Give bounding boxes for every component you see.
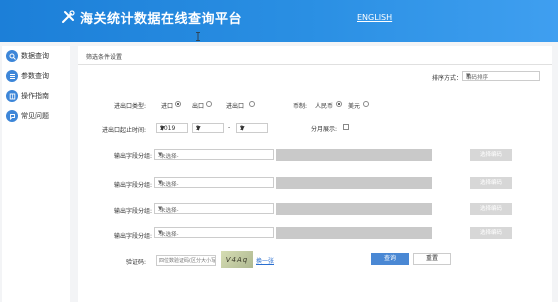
code-display-box bbox=[276, 227, 432, 239]
panel-title: 筛选条件设置 bbox=[86, 54, 123, 61]
select-code-button[interactable]: 选择编码 bbox=[470, 203, 512, 215]
chevron-down-icon: ▼ bbox=[466, 73, 471, 79]
monthly-checkbox[interactable] bbox=[343, 124, 349, 130]
captcha-image[interactable]: V4Aq bbox=[221, 251, 253, 268]
monthly-label: 分月展示: bbox=[311, 126, 338, 133]
currency-label: 币制: bbox=[293, 103, 308, 110]
sidebar-item-label: 参数查询 bbox=[21, 72, 49, 80]
period-separator: - bbox=[228, 124, 231, 131]
captcha-field[interactable] bbox=[156, 255, 216, 266]
chevron-down-icon: ▼ bbox=[158, 206, 163, 212]
chevron-down-icon: ▼ bbox=[160, 125, 165, 132]
radio-label-usd: 美元 bbox=[348, 103, 361, 110]
book-icon bbox=[6, 90, 18, 102]
radio-rmb[interactable] bbox=[336, 101, 342, 107]
code-display-box bbox=[276, 177, 432, 189]
sort-select[interactable]: 编码排序 ▼ bbox=[462, 71, 540, 81]
radio-label-import: 进口 bbox=[161, 103, 174, 110]
sort-label: 排序方式： bbox=[432, 75, 463, 82]
chevron-down-icon: ▼ bbox=[158, 152, 163, 158]
output-field-label: 输出字段分组: bbox=[114, 153, 153, 160]
tools-logo-icon bbox=[62, 10, 75, 23]
radio-export[interactable] bbox=[206, 101, 212, 107]
filter-panel: 筛选条件设置 排序方式： 编码排序 ▼ 进出口类型: 进口 出口 进出口 币制:… bbox=[78, 46, 552, 302]
query-button[interactable]: 查询 bbox=[371, 253, 409, 265]
chevron-down-icon: ▼ bbox=[158, 180, 163, 186]
list-icon bbox=[6, 70, 18, 82]
trade-type-label: 进出口类型: bbox=[114, 103, 147, 110]
output-field-select[interactable]: -未选择- ▼ bbox=[154, 227, 274, 238]
captcha-label: 验证码: bbox=[126, 259, 147, 266]
radio-label-rmb: 人民币 bbox=[315, 103, 334, 110]
sidebar-item-label: 操作指南 bbox=[21, 92, 49, 100]
sidebar-item-data-query[interactable]: 数据查询 bbox=[2, 46, 70, 66]
output-field-label: 输出字段分组: bbox=[114, 182, 153, 189]
sidebar-item-faq[interactable]: 常见问题 bbox=[2, 106, 70, 126]
question-icon bbox=[6, 110, 18, 122]
code-display-box bbox=[276, 203, 432, 215]
month-from-select[interactable]: 2 ▼ bbox=[192, 123, 224, 133]
chevron-down-icon: ▼ bbox=[158, 230, 163, 236]
reset-button[interactable]: 重置 bbox=[413, 253, 451, 265]
sidebar-item-guide[interactable]: 操作指南 bbox=[2, 86, 70, 106]
radio-usd[interactable] bbox=[363, 101, 369, 107]
year-select[interactable]: 2019 ▼ bbox=[156, 123, 188, 133]
output-field-select[interactable]: -未选择- ▼ bbox=[154, 203, 274, 214]
search-icon bbox=[6, 50, 18, 62]
app-header: 海关统计数据在线查询平台 ENGLISH bbox=[0, 0, 558, 42]
select-code-button[interactable]: 选择编码 bbox=[470, 227, 512, 239]
radio-import-export[interactable] bbox=[249, 101, 255, 107]
chevron-down-icon: ▼ bbox=[240, 125, 245, 132]
output-field-label: 输出字段分组: bbox=[114, 208, 153, 215]
radio-label-import-export: 进出口 bbox=[226, 103, 245, 110]
select-code-button[interactable]: 选择编码 bbox=[470, 177, 512, 189]
output-field-select[interactable]: -未选择- ▼ bbox=[154, 149, 274, 160]
radio-import[interactable] bbox=[175, 101, 181, 107]
select-code-button[interactable]: 选择编码 bbox=[470, 149, 512, 161]
chevron-down-icon: ▼ bbox=[196, 125, 201, 132]
output-field-label: 输出字段分组: bbox=[114, 233, 153, 240]
sidebar-item-label: 数据查询 bbox=[21, 52, 49, 60]
period-label: 进出口起止时间: bbox=[102, 127, 147, 134]
refresh-captcha-link[interactable]: 换一张 bbox=[256, 256, 274, 265]
code-display-box bbox=[276, 149, 432, 161]
radio-label-export: 出口 bbox=[192, 103, 205, 110]
english-link[interactable]: ENGLISH bbox=[357, 13, 392, 22]
sidebar-item-param-query[interactable]: 参数查询 bbox=[2, 66, 70, 86]
text-cursor-icon bbox=[196, 32, 200, 41]
site-title: 海关统计数据在线查询平台 bbox=[80, 12, 243, 27]
divider bbox=[78, 64, 552, 65]
output-field-select[interactable]: -未选择- ▼ bbox=[154, 177, 274, 188]
sidebar-item-label: 常见问题 bbox=[21, 112, 49, 120]
sidebar: 数据查询 参数查询 操作指南 常见问题 bbox=[2, 46, 70, 302]
captcha-input[interactable] bbox=[157, 256, 215, 265]
month-to-select[interactable]: 2 ▼ bbox=[236, 123, 268, 133]
